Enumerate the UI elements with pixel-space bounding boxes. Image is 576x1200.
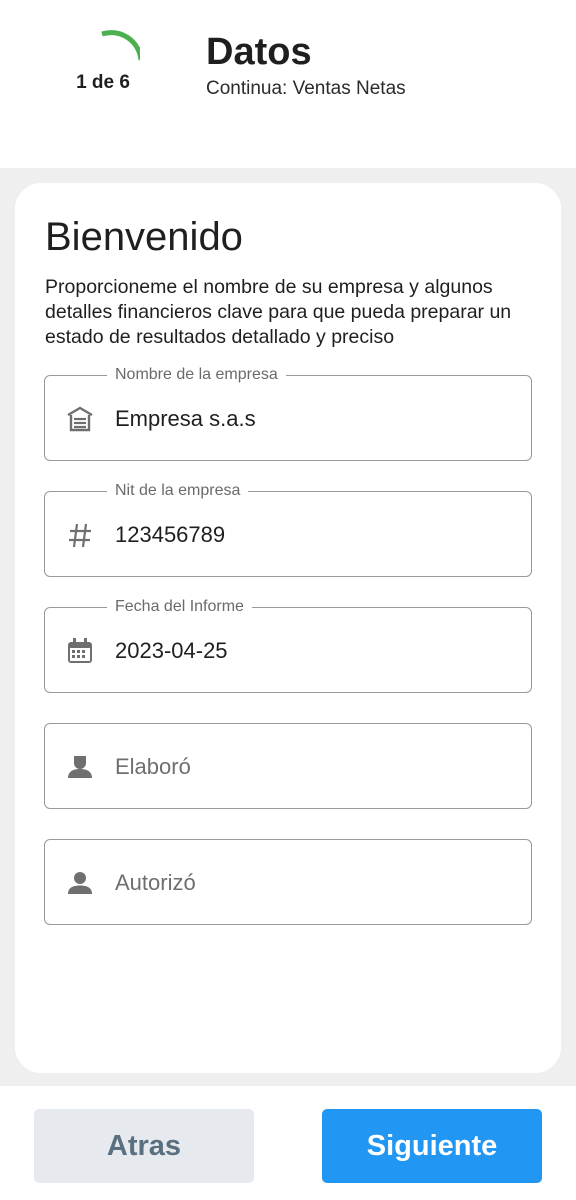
company-name-field[interactable]: Nombre de la empresa Empresa s.a.s — [44, 365, 532, 461]
page-subtitle: Continua: Ventas Netas — [206, 78, 406, 99]
warehouse-icon — [65, 404, 95, 434]
welcome-heading: Bienvenido — [45, 215, 243, 259]
report-date-field[interactable]: Fecha del Informe 2023-04-25 — [44, 597, 532, 693]
company-nit-label: Nit de la empresa — [107, 481, 249, 501]
back-button[interactable]: Atras — [34, 1109, 254, 1183]
prepared-by-field[interactable]: Elaboró — [44, 723, 532, 809]
report-date-value: 2023-04-25 — [115, 638, 228, 663]
person-badge-icon — [65, 752, 95, 782]
progress-arc — [101, 30, 140, 61]
calendar-icon — [65, 636, 95, 666]
report-date-label: Fecha del Informe — [107, 597, 252, 617]
intro-text: Proporcioneme el nombre de su empresa y … — [45, 276, 512, 348]
next-button[interactable]: Siguiente — [322, 1109, 542, 1183]
header-titles: Datos Continua: Ventas Netas — [206, 30, 406, 100]
footer-bar: Atras Siguiente — [0, 1086, 576, 1200]
authorized-by-field[interactable]: Autorizó — [44, 839, 532, 925]
header: 1 de 6 Datos Continua: Ventas Netas — [0, 0, 576, 168]
hash-icon — [65, 520, 95, 550]
company-name-value: Empresa s.a.s — [115, 406, 256, 431]
person-icon — [65, 868, 95, 898]
form-card: Bienvenido Proporcioneme el nombre de su… — [15, 183, 561, 1073]
company-nit-field[interactable]: Nit de la empresa 123456789 — [44, 481, 532, 577]
step-progress: 1 de 6 — [66, 24, 140, 104]
company-name-label: Nombre de la empresa — [107, 365, 286, 385]
page-title: Datos — [206, 31, 312, 73]
company-nit-value: 123456789 — [115, 522, 226, 547]
authorized-by-placeholder: Autorizó — [115, 870, 196, 895]
step-counter: 1 de 6 — [76, 72, 130, 93]
prepared-by-placeholder: Elaboró — [115, 754, 191, 779]
